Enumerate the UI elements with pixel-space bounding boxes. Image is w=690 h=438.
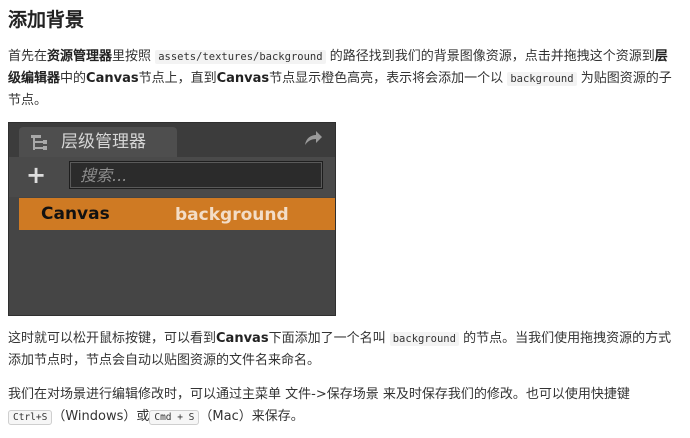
section-title: 添加背景 [8, 9, 85, 31]
paragraph-release-result: 这时就可以松开鼠标按键，可以看到Canvas下面添加了一个名叫 backgrou… [8, 331, 672, 368]
panel-header: 层级管理器 [9, 123, 335, 157]
bold-assets-manager: 资源管理器 [47, 49, 113, 64]
panel-toolbar: + [9, 157, 335, 197]
tab-hierarchy[interactable]: 层级管理器 [19, 127, 177, 157]
code-asset-path: assets/textures/background [155, 50, 326, 64]
share-arrow-icon[interactable] [303, 129, 323, 147]
code-background-2: background [389, 332, 459, 346]
code-background: background [507, 72, 577, 86]
bold-canvas-2: Canvas [216, 71, 270, 86]
hierarchy-tree-icon [31, 135, 47, 150]
add-node-button[interactable]: + [25, 163, 47, 187]
search-input[interactable] [69, 161, 323, 189]
bold-canvas: Canvas [86, 71, 139, 86]
menu-path-save-scene: 文件->保存场景 [285, 387, 379, 402]
paragraph-drag-instructions: 首先在资源管理器里按照 assets/textures/background 的… [8, 49, 672, 108]
hierarchy-panel-screenshot: 层级管理器 + Canvas background [8, 122, 336, 316]
bold-canvas-3: Canvas [216, 331, 269, 346]
kbd-ctrl-s: Ctrl+S [8, 410, 53, 425]
node-label-canvas: Canvas [41, 204, 110, 224]
tree-node-canvas[interactable]: Canvas background [19, 198, 335, 230]
kbd-cmd-s: Cmd + S [149, 410, 200, 425]
tab-hierarchy-label: 层级管理器 [61, 132, 146, 152]
tree-empty-area[interactable] [9, 230, 335, 315]
paragraph-save-scene: 我们在对场景进行编辑修改时，可以通过主菜单 文件->保存场景 来及时保存我们的修… [8, 387, 630, 425]
drag-ghost-background: background [175, 205, 289, 225]
